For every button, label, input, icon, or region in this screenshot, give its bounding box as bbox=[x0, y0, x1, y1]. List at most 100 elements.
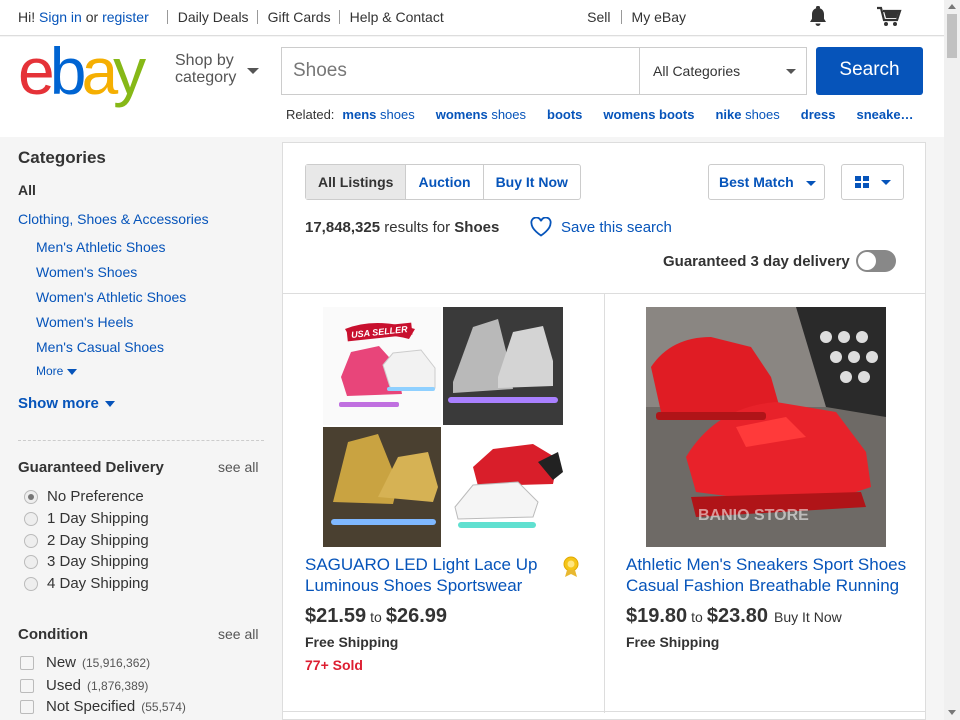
more-categories-link[interactable]: More bbox=[36, 364, 78, 378]
subcategory-link[interactable]: Women's Athletic Shoes bbox=[36, 289, 186, 305]
radio-button[interactable] bbox=[24, 511, 38, 526]
related-link[interactable]: nike shoes bbox=[715, 107, 779, 122]
shop-by-label: Shop by bbox=[175, 52, 234, 69]
listing-title-link[interactable]: Athletic Men's Sneakers Sport Shoes Casu… bbox=[626, 554, 916, 596]
see-all-delivery-link[interactable]: see all bbox=[218, 459, 258, 475]
related-label: Related: bbox=[286, 107, 335, 122]
my-ebay-link[interactable]: My eBay bbox=[632, 9, 686, 25]
delivery-option[interactable]: 2 Day Shipping bbox=[24, 532, 149, 549]
condition-option[interactable]: New (15,916,362) bbox=[20, 654, 150, 671]
save-search-label: Save this search bbox=[561, 218, 672, 236]
title-line: Casual Fashion Breathable Running bbox=[626, 576, 900, 595]
subcategory-link[interactable]: Men's Casual Shoes bbox=[36, 339, 164, 355]
shipping-info: Free Shipping bbox=[305, 634, 399, 650]
logo-letter: e bbox=[18, 34, 55, 108]
results-for-text: results for bbox=[384, 219, 451, 236]
delivery-option[interactable]: No Preference bbox=[24, 488, 144, 505]
price-low: $19.80 bbox=[626, 605, 688, 627]
chevron-down-icon bbox=[806, 181, 816, 186]
categories-heading: Categories bbox=[18, 148, 106, 167]
listing-type-tabs: All Listings Auction Buy It Now bbox=[305, 164, 581, 200]
subcategory-link[interactable]: Women's Shoes bbox=[36, 264, 137, 280]
query-text: Shoes bbox=[454, 219, 500, 236]
subcategory-link[interactable]: Men's Athletic Shoes bbox=[36, 239, 166, 255]
chevron-down-icon bbox=[786, 69, 796, 74]
title-line: Athletic Men's Sneakers Sport Shoes bbox=[626, 555, 907, 574]
sign-in-link[interactable]: Sign in bbox=[39, 9, 82, 25]
product-image[interactable]: BANIO STORE bbox=[646, 307, 886, 547]
option-count: (55,574) bbox=[141, 699, 186, 714]
see-all-condition-link[interactable]: see all bbox=[218, 626, 258, 642]
gift-cards-link[interactable]: Gift Cards bbox=[268, 9, 331, 25]
show-more-link[interactable]: Show more bbox=[18, 395, 115, 412]
divider bbox=[604, 293, 605, 713]
scroll-down-arrow-icon[interactable] bbox=[948, 710, 956, 715]
category-select-value: All Categories bbox=[653, 63, 741, 79]
price-high: $26.99 bbox=[385, 605, 448, 627]
notification-bell-icon[interactable] bbox=[808, 6, 828, 31]
scroll-up-arrow-icon[interactable] bbox=[948, 4, 956, 9]
save-search-link[interactable]: Save this search bbox=[530, 217, 672, 237]
search-input[interactable]: Shoes bbox=[281, 47, 640, 95]
option-label: 2 Day Shipping bbox=[47, 532, 149, 549]
related-link[interactable]: sneake… bbox=[856, 107, 913, 122]
register-link[interactable]: register bbox=[102, 9, 149, 25]
product-image[interactable] bbox=[323, 307, 563, 547]
shopping-cart-icon[interactable] bbox=[876, 6, 902, 31]
related-link[interactable]: mens shoes bbox=[342, 107, 414, 122]
option-label: 4 Day Shipping bbox=[47, 575, 149, 592]
guaranteed-delivery-heading: Guaranteed Delivery bbox=[18, 459, 164, 476]
checkbox[interactable] bbox=[20, 699, 34, 714]
ebay-logo[interactable]: ebay bbox=[18, 38, 146, 104]
sell-link[interactable]: Sell bbox=[587, 9, 610, 25]
radio-button[interactable] bbox=[24, 533, 38, 548]
divider bbox=[18, 440, 264, 441]
condition-option[interactable]: Not Specified (55,574) bbox=[20, 698, 186, 715]
category-select[interactable]: All Categories bbox=[639, 47, 807, 95]
delivery-option[interactable]: 1 Day Shipping bbox=[24, 510, 149, 527]
sold-count: 77+ Sold bbox=[305, 657, 363, 673]
related-link[interactable]: boots bbox=[547, 107, 582, 122]
search-header: ebay Shop by category Shoes All Categori… bbox=[0, 37, 944, 137]
caret-down-icon bbox=[67, 368, 78, 375]
search-button[interactable]: Search bbox=[816, 47, 923, 95]
caret-down-icon bbox=[104, 401, 115, 408]
tab-buy-it-now[interactable]: Buy It Now bbox=[482, 165, 580, 199]
radio-button[interactable] bbox=[24, 554, 38, 569]
daily-deals-link[interactable]: Daily Deals bbox=[178, 9, 249, 25]
option-label: 1 Day Shipping bbox=[47, 510, 149, 527]
related-link[interactable]: womens shoes bbox=[436, 107, 526, 122]
greeting-area: Hi! Sign in or register Daily Deals Gift… bbox=[18, 9, 444, 25]
shop-by-category-button[interactable]: Shop by category bbox=[175, 52, 259, 86]
shipping-info: Free Shipping bbox=[626, 634, 720, 650]
buy-it-now-label: Buy It Now bbox=[774, 609, 842, 625]
listing-title-link[interactable]: SAGUARO LED Light Lace Up Luminous Shoes… bbox=[305, 554, 565, 596]
tab-all-listings[interactable]: All Listings bbox=[306, 165, 406, 199]
radio-button[interactable] bbox=[24, 576, 38, 591]
count-value: 17,848,325 bbox=[305, 219, 381, 236]
toggle-label: Guaranteed 3 day delivery bbox=[663, 252, 850, 270]
condition-option[interactable]: Used (1,876,389) bbox=[20, 677, 148, 694]
divider bbox=[338, 10, 340, 24]
option-label: Used bbox=[46, 677, 82, 694]
view-toggle-button[interactable] bbox=[841, 164, 904, 200]
category-clothing-shoes-accessories[interactable]: Clothing, Shoes & Accessories bbox=[18, 211, 209, 227]
guaranteed-delivery-toggle[interactable] bbox=[855, 250, 896, 272]
delivery-option[interactable]: 3 Day Shipping bbox=[24, 553, 149, 570]
tab-auction[interactable]: Auction bbox=[405, 165, 482, 199]
related-link[interactable]: womens boots bbox=[603, 107, 694, 122]
related-link[interactable]: dress bbox=[801, 107, 836, 122]
more-label: More bbox=[36, 364, 64, 378]
page-scrollbar[interactable] bbox=[944, 0, 960, 720]
checkbox[interactable] bbox=[20, 655, 34, 670]
delivery-option[interactable]: 4 Day Shipping bbox=[24, 575, 149, 592]
help-contact-link[interactable]: Help & Contact bbox=[350, 9, 444, 25]
related-searches: Related: mens shoes womens shoes boots w… bbox=[286, 107, 935, 122]
chevron-down-icon bbox=[247, 68, 259, 74]
radio-button[interactable] bbox=[24, 489, 38, 504]
subcategory-link[interactable]: Women's Heels bbox=[36, 314, 133, 330]
sort-dropdown[interactable]: Best Match bbox=[708, 164, 825, 200]
option-label: Not Specified bbox=[46, 698, 136, 715]
scrollbar-thumb[interactable] bbox=[947, 14, 957, 58]
checkbox[interactable] bbox=[20, 678, 34, 693]
